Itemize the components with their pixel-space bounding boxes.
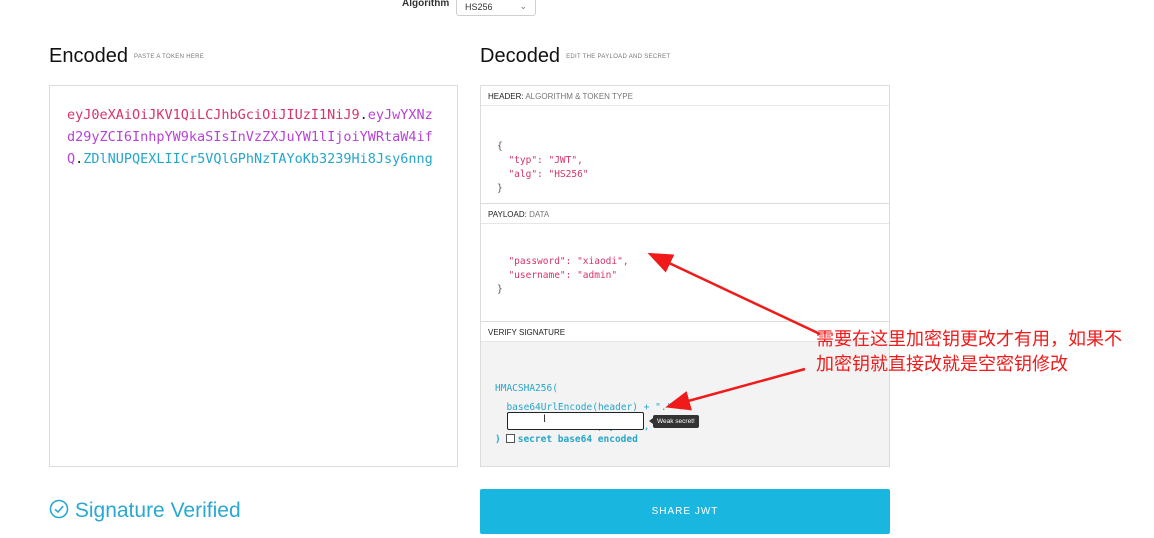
annotation-arrow-to-payload	[647, 252, 821, 336]
annotation-arrow-to-secret	[665, 367, 806, 411]
annotation-arrows	[647, 252, 821, 411]
